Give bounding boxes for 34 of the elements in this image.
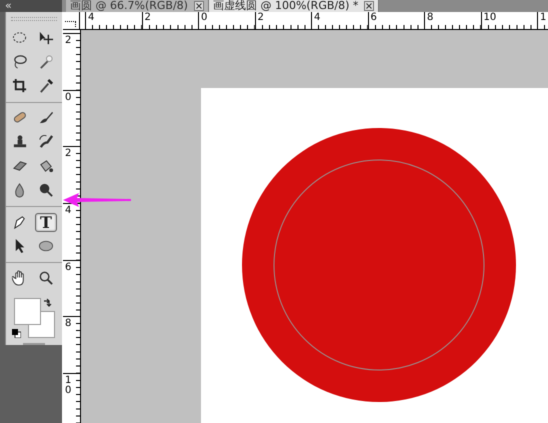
lasso-icon[interactable]: [12, 54, 28, 70]
type-tool-button[interactable]: T: [35, 212, 57, 232]
ruler-number: 0: [65, 92, 72, 103]
ruler-number: 4: [88, 12, 94, 24]
dodge-icon[interactable]: [38, 182, 54, 198]
close-icon[interactable]: [194, 1, 204, 11]
ruler-number: 0: [201, 12, 208, 24]
document-tab[interactable]: 画圆 @ 66.7%(RGB/8): [66, 0, 209, 12]
document-tab[interactable]: 画虚线圆 @ 100%(RGB/8) *: [208, 0, 380, 12]
swap-arrows-icon[interactable]: [42, 298, 52, 308]
brush-icon[interactable]: [38, 134, 54, 150]
ruler-number: 1: [540, 12, 546, 24]
ruler-number: 4: [65, 206, 72, 216]
collapse-button[interactable]: «: [5, 0, 12, 12]
ruler-number: 10: [484, 12, 496, 24]
ruler-number: 8: [65, 319, 72, 330]
color-swatches-icon[interactable]: [14, 298, 58, 340]
pointer-arrow: [63, 193, 131, 207]
ruler-number: 4: [314, 12, 320, 24]
crop-icon[interactable]: [12, 78, 28, 94]
ruler-number: 2: [258, 12, 264, 24]
default-colors-icon[interactable]: [12, 328, 21, 338]
ruler-number: 6: [370, 12, 377, 24]
ruler-number: 6: [65, 262, 72, 273]
pen-icon[interactable]: [12, 214, 28, 230]
ruler-number: 2: [65, 149, 72, 160]
bucket-icon[interactable]: [38, 158, 54, 174]
zoom-icon[interactable]: [38, 270, 54, 286]
ruler-number: 8: [427, 12, 434, 24]
move-icon[interactable]: [38, 30, 54, 46]
ruler-number: 2: [144, 12, 151, 24]
ruler-number: 10: [65, 376, 72, 396]
close-icon[interactable]: [364, 1, 374, 11]
ruler-number: 2: [65, 36, 72, 46]
